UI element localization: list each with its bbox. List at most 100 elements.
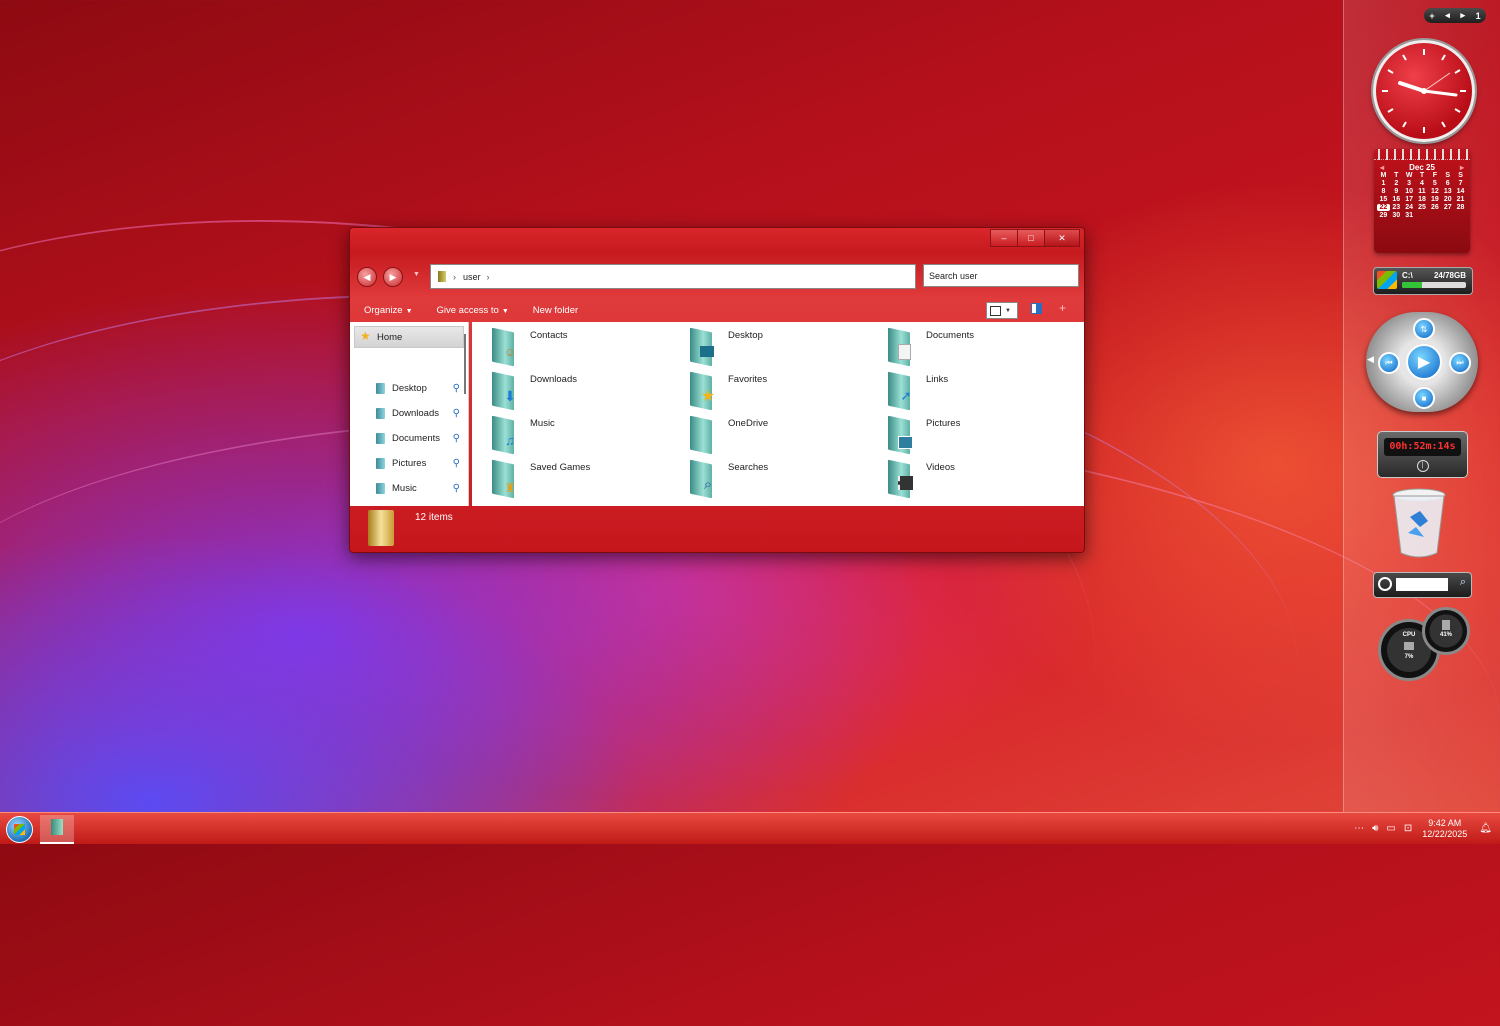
- previous-track-button[interactable]: ⏮: [1378, 352, 1400, 374]
- calendar-day[interactable]: 3: [1403, 180, 1416, 187]
- nav-home[interactable]: ★ Home: [354, 326, 464, 348]
- folder-desktop[interactable]: Desktop: [690, 327, 870, 367]
- shuffle-button[interactable]: ⇅: [1413, 318, 1435, 340]
- volume-icon[interactable]: 🔊︎: [1372, 823, 1378, 834]
- taskbar-explorer-button[interactable]: [40, 815, 74, 844]
- calendar-day[interactable]: 5: [1428, 180, 1441, 187]
- folder-music[interactable]: ♫ Music: [492, 415, 672, 455]
- nav-item-desktop[interactable]: Desktop ⚲: [376, 383, 460, 394]
- calendar-day[interactable]: 16: [1390, 196, 1403, 203]
- nav-item-music[interactable]: Music ⚲: [376, 483, 460, 494]
- address-bar[interactable]: › user ›: [430, 264, 916, 289]
- calendar-day[interactable]: 4: [1416, 180, 1429, 187]
- calendar-day[interactable]: 17: [1403, 196, 1416, 203]
- calendar-day[interactable]: 10: [1403, 188, 1416, 195]
- calendar-day[interactable]: 14: [1454, 188, 1467, 195]
- network-icon[interactable]: ⊡: [1404, 823, 1412, 834]
- battery-icon[interactable]: ▭: [1386, 823, 1395, 834]
- view-options-button[interactable]: ▼: [986, 302, 1018, 319]
- preview-pane-button[interactable]: [1031, 303, 1042, 314]
- calendar-day[interactable]: 23: [1390, 204, 1403, 211]
- organize-menu[interactable]: Organize ▼: [364, 305, 413, 316]
- new-folder-button[interactable]: New folder: [533, 305, 578, 316]
- pin-icon[interactable]: ⚲: [453, 458, 460, 469]
- calendar-day[interactable]: 25: [1416, 204, 1429, 211]
- calendar-day[interactable]: 6: [1441, 180, 1454, 187]
- folder-onedrive[interactable]: OneDrive: [690, 415, 870, 455]
- calendar-day[interactable]: 19: [1428, 196, 1441, 203]
- calendar-day[interactable]: 30: [1390, 212, 1403, 219]
- folder-contacts[interactable]: ☺ Contacts: [492, 327, 672, 367]
- pin-icon[interactable]: ⚲: [453, 383, 460, 394]
- sidebar-controls[interactable]: + ◂ ▸ 1: [1424, 8, 1486, 23]
- next-track-button[interactable]: ⏭: [1449, 352, 1471, 374]
- recent-locations-icon[interactable]: ▼: [413, 271, 420, 278]
- calendar-day[interactable]: 7: [1454, 180, 1467, 187]
- folder-videos[interactable]: Videos: [888, 459, 1068, 499]
- collapse-arrow-icon[interactable]: ◀: [1367, 354, 1374, 365]
- help-icon[interactable]: +: [1059, 301, 1066, 315]
- folder-links[interactable]: ➚ Links: [888, 371, 1068, 411]
- prev-button[interactable]: ◂: [1445, 10, 1450, 21]
- calendar-day[interactable]: 12: [1428, 188, 1441, 195]
- calendar-day[interactable]: 8: [1377, 188, 1390, 195]
- search-input[interactable]: Search user: [923, 264, 1079, 287]
- folder-documents[interactable]: Documents: [888, 327, 1068, 367]
- calendar-day[interactable]: 1: [1377, 180, 1390, 187]
- calendar-day[interactable]: 13: [1441, 188, 1454, 195]
- pin-icon[interactable]: ⚲: [453, 433, 460, 444]
- timer-power-icon[interactable]: |: [1416, 460, 1429, 472]
- play-button[interactable]: ▶: [1406, 344, 1442, 380]
- overflow-icon[interactable]: ⋯: [1354, 823, 1364, 834]
- close-button[interactable]: ✕: [1044, 229, 1080, 247]
- folder-favorites[interactable]: ★ Favorites: [690, 371, 870, 411]
- start-button[interactable]: [6, 816, 33, 843]
- taskbar-clock[interactable]: 9:42 AM 12/22/2025: [1422, 818, 1467, 840]
- folder-pictures[interactable]: Pictures: [888, 415, 1068, 455]
- back-button[interactable]: ◀: [357, 267, 377, 287]
- calendar-day[interactable]: 20: [1441, 196, 1454, 203]
- notification-icon[interactable]: 🔔︎: [1479, 823, 1492, 834]
- forward-button[interactable]: ▶: [383, 267, 403, 287]
- next-month-icon[interactable]: ▸: [1460, 163, 1464, 172]
- pin-icon[interactable]: ⚲: [453, 483, 460, 494]
- links-icon: ➚: [888, 371, 914, 411]
- nav-item-documents[interactable]: Documents ⚲: [376, 433, 460, 444]
- minimize-button[interactable]: –: [990, 229, 1018, 247]
- calendar-day[interactable]: 9: [1390, 188, 1403, 195]
- calendar-day[interactable]: 15: [1377, 196, 1390, 203]
- search-gadget-input[interactable]: [1396, 578, 1448, 591]
- give-access-menu[interactable]: Give access to ▼: [437, 305, 509, 316]
- calendar-day[interactable]: 21: [1454, 196, 1467, 203]
- calendar-day[interactable]: 26: [1428, 204, 1441, 211]
- calendar-day[interactable]: 28: [1454, 204, 1467, 211]
- calendar-day[interactable]: 24: [1403, 204, 1416, 211]
- nav-scrollbar[interactable]: [464, 334, 466, 394]
- stop-button[interactable]: ■: [1413, 387, 1435, 409]
- calendar-day[interactable]: 22: [1377, 204, 1390, 211]
- clock-gadget[interactable]: [1373, 40, 1475, 142]
- breadcrumb-user[interactable]: user: [463, 272, 481, 282]
- nav-item-label: Desktop: [392, 383, 427, 394]
- calendar-gadget[interactable]: ◂ Dec 25 ▸ M T W T F S S 1 2 3 4 5 6 7 8 9 10 11 12 13 14 15 1…: [1374, 149, 1470, 253]
- calendar-day[interactable]: 31: [1403, 212, 1416, 219]
- calendar-day[interactable]: 27: [1441, 204, 1454, 211]
- folder-downloads[interactable]: ⬇ Downloads: [492, 371, 672, 411]
- videos-icon: [888, 459, 914, 499]
- calendar-day[interactable]: 29: [1377, 212, 1390, 219]
- calendar-day[interactable]: 11: [1416, 188, 1429, 195]
- nav-item-pictures[interactable]: Pictures ⚲: [376, 458, 460, 469]
- calendar-day[interactable]: 18: [1416, 196, 1429, 203]
- next-button[interactable]: ▸: [1460, 10, 1465, 21]
- nav-item-downloads[interactable]: Downloads ⚲: [376, 408, 460, 419]
- prev-month-icon[interactable]: ◂: [1380, 163, 1384, 172]
- calendar-day[interactable]: 2: [1390, 180, 1403, 187]
- pin-icon[interactable]: ⚲: [453, 408, 460, 419]
- magnifier-icon[interactable]: ⌕: [1460, 576, 1466, 589]
- folder-saved-games[interactable]: ♜ Saved Games: [492, 459, 672, 499]
- maximize-button[interactable]: □: [1017, 229, 1045, 247]
- add-gadget-button[interactable]: +: [1429, 11, 1434, 21]
- recycle-bin-icon[interactable]: [1390, 487, 1448, 561]
- folder-searches[interactable]: ⌕ Searches: [690, 459, 870, 499]
- explorer-window: – □ ✕ ◀ ▶ ▼ › user › Search user Organiz…: [349, 227, 1085, 553]
